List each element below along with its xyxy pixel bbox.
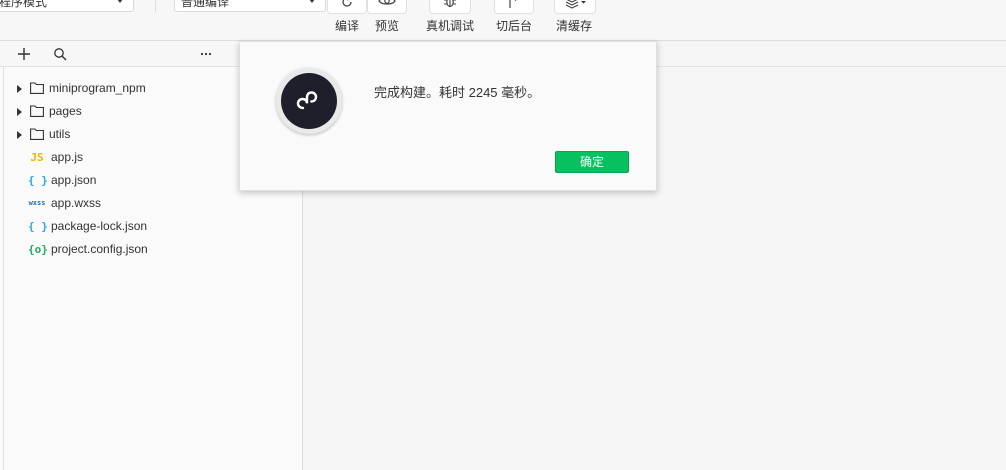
layers-icon bbox=[565, 0, 586, 9]
remote-debug-label: 真机调试 bbox=[425, 19, 474, 33]
json-file-icon: { } bbox=[28, 174, 48, 187]
tree-file-app-wxss[interactable]: wxss app.wxss bbox=[0, 192, 300, 215]
compile-button[interactable]: 编译 bbox=[327, 0, 367, 40]
tree-item-label: utils bbox=[49, 127, 71, 141]
clear-cache-label: 清缓存 bbox=[555, 19, 592, 33]
switch-background-icon bbox=[509, 0, 517, 8]
preview-button[interactable]: 预览 bbox=[367, 0, 407, 40]
folder-icon bbox=[30, 82, 44, 94]
caret-right-icon[interactable] bbox=[17, 85, 22, 93]
build-complete-dialog: 完成构建。耗时 2245 毫秒。 确定 bbox=[239, 41, 657, 191]
miniprogram-logo-icon bbox=[276, 68, 342, 134]
ok-button[interactable]: 确定 bbox=[555, 151, 629, 173]
more-icon[interactable] bbox=[200, 47, 212, 61]
switch-background-button[interactable]: 切后台 bbox=[494, 0, 534, 40]
tree-item-label: miniprogram_npm bbox=[49, 81, 146, 95]
chevron-down-icon bbox=[309, 0, 315, 3]
tree-item-label: app.js bbox=[51, 150, 84, 164]
js-file-icon: JS bbox=[30, 151, 44, 164]
compile-select-value: 普通编译 bbox=[181, 0, 230, 9]
miniprogram-logo-glyph bbox=[296, 91, 318, 110]
tree-item-label: project.config.json bbox=[51, 242, 148, 256]
tree-file-project-config-json[interactable]: {o} project.config.json bbox=[0, 238, 300, 261]
wxss-file-icon: wxss bbox=[28, 199, 46, 207]
json-file-icon: { } bbox=[28, 220, 48, 233]
bug-icon bbox=[444, 0, 456, 8]
folder-icon bbox=[30, 128, 44, 140]
tree-item-label: app.wxss bbox=[51, 196, 102, 210]
switch-background-label: 切后台 bbox=[495, 19, 532, 33]
caret-right-icon[interactable] bbox=[17, 108, 22, 116]
refresh-icon bbox=[342, 0, 352, 7]
preview-label: 预览 bbox=[374, 19, 399, 33]
chevron-down-icon bbox=[117, 0, 123, 3]
tree-item-label: package-lock.json bbox=[51, 219, 148, 233]
caret-right-icon[interactable] bbox=[17, 131, 22, 139]
clear-cache-button[interactable]: 清缓存 bbox=[554, 0, 596, 40]
tree-item-label: app.json bbox=[51, 173, 97, 187]
compile-label: 编译 bbox=[334, 19, 359, 33]
tree-item-label: pages bbox=[49, 104, 82, 118]
eye-icon bbox=[378, 0, 396, 5]
dialog-message: 完成构建。耗时 2245 毫秒。 bbox=[374, 85, 541, 100]
remote-debug-button[interactable]: 真机调试 bbox=[425, 0, 475, 40]
search-icon[interactable] bbox=[53, 47, 67, 61]
compile-mode-select[interactable]: 普通编译 bbox=[174, 0, 326, 12]
add-icon[interactable] bbox=[17, 47, 31, 61]
folder-icon bbox=[30, 105, 44, 117]
toolbar-divider bbox=[155, 0, 156, 12]
mode-select-value: 程序模式 bbox=[0, 0, 48, 9]
mode-select[interactable]: 程序模式 bbox=[0, 0, 134, 12]
top-toolbar: 程序模式 普通编译 编译 预览 真机调试 切后台 清缓存 bbox=[0, 0, 1006, 41]
config-file-icon: {o} bbox=[28, 243, 48, 256]
tree-file-package-lock-json[interactable]: { } package-lock.json bbox=[0, 215, 300, 238]
